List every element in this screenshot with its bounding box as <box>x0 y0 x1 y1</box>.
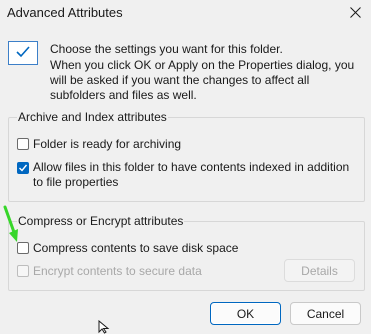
encrypt-checkbox[interactable] <box>17 265 29 277</box>
cancel-button[interactable]: Cancel <box>290 302 361 325</box>
index-checkbox[interactable] <box>17 162 29 174</box>
index-checkbox-label[interactable]: Allow files in this folder to have conte… <box>33 160 358 190</box>
intro-detail: When you click OK or Apply on the Proper… <box>50 58 355 102</box>
folder-settings-icon <box>8 41 38 65</box>
title-bar: Advanced Attributes <box>0 0 371 26</box>
intro-heading: Choose the settings you want for this fo… <box>50 42 283 56</box>
archive-checkbox-label[interactable]: Folder is ready for archiving <box>33 137 181 151</box>
archive-index-group-title: Archive and Index attributes <box>17 110 168 124</box>
ok-button[interactable]: OK <box>210 302 281 325</box>
annotation-arrow-icon <box>3 205 18 242</box>
close-icon <box>349 6 361 18</box>
compress-encrypt-group-title: Compress or Encrypt attributes <box>17 214 185 228</box>
checkmark-icon <box>19 164 27 172</box>
window-title: Advanced Attributes <box>7 5 123 20</box>
close-button[interactable] <box>343 2 367 22</box>
details-button[interactable]: Details <box>284 259 355 282</box>
encrypt-checkbox-label[interactable]: Encrypt contents to secure data <box>33 264 202 278</box>
compress-checkbox-label[interactable]: Compress contents to save disk space <box>33 241 238 255</box>
archive-checkbox[interactable] <box>17 138 29 150</box>
